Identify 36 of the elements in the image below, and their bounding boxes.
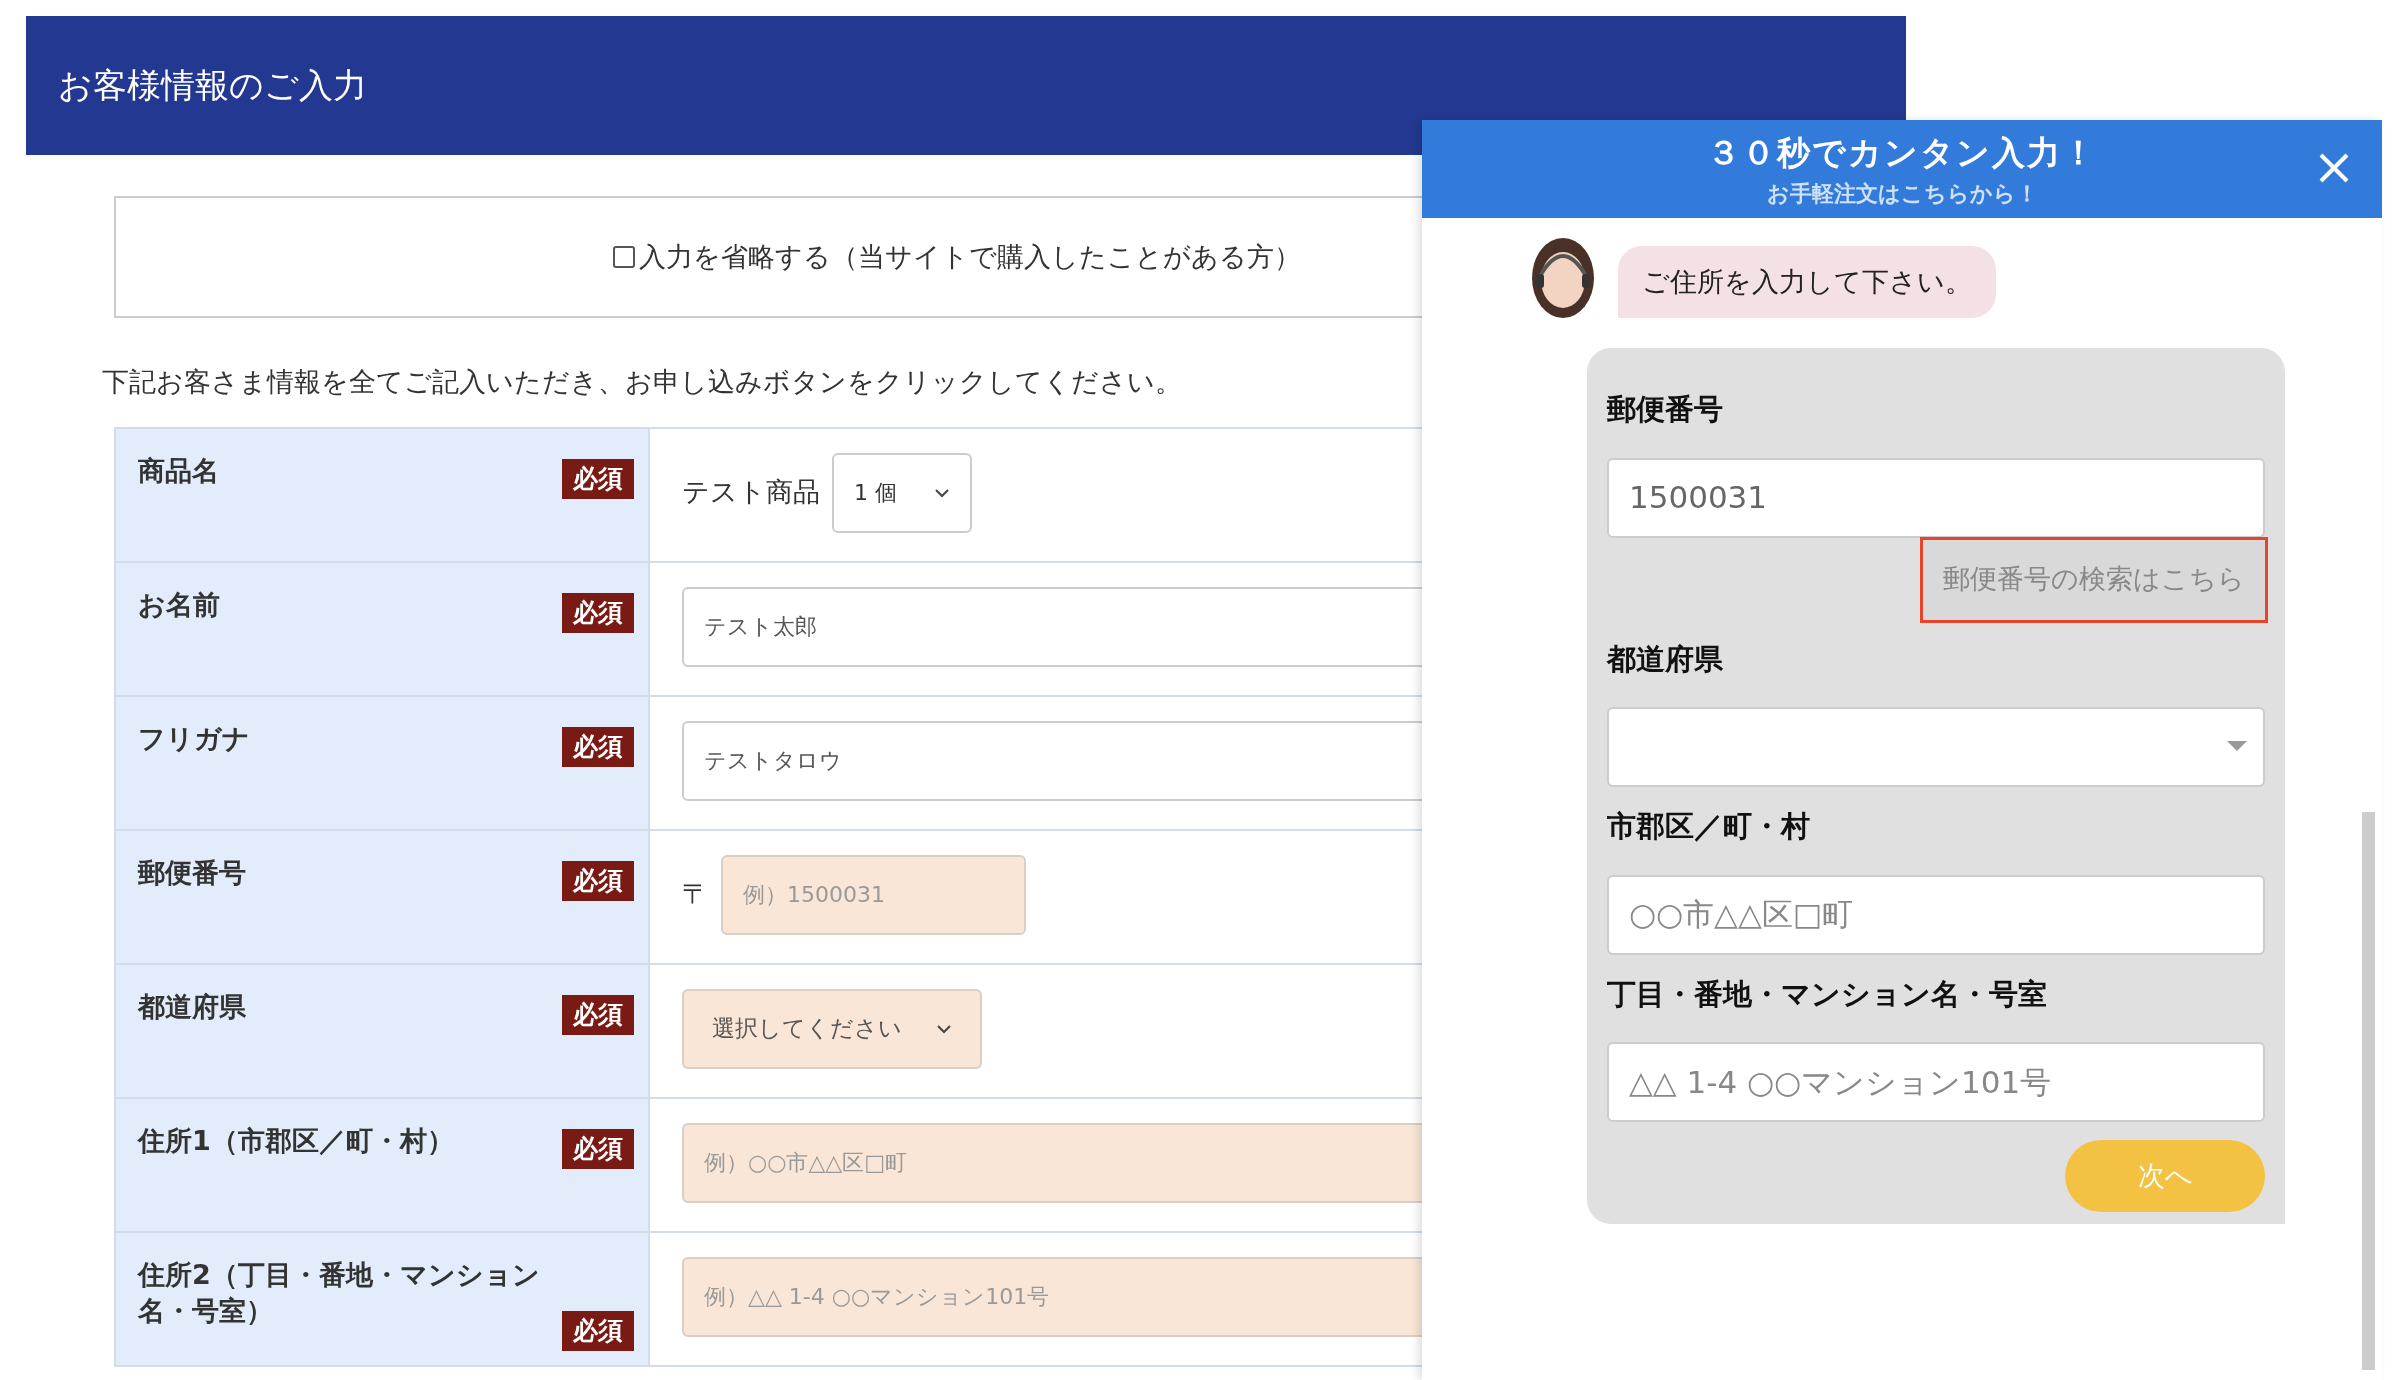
required-badge: 必須 (562, 726, 634, 767)
instruction-text: 下記お客さま情報を全てご記入いただき、お申し込みボタンをクリックしてください。 (102, 365, 1183, 399)
chat-bubble: ご住所を入力して下さい。 (1618, 246, 1996, 318)
page-title: お客様情報のご入力 (58, 64, 367, 107)
postal-mark: 〒 (682, 877, 709, 912)
field-label: 市郡区／町・村 (1607, 808, 1811, 845)
postal-search-button[interactable]: 郵便番号の検索はこちら (1923, 539, 2265, 620)
field-label: 住所2（丁目・番地・マンション名・号室） (138, 1257, 541, 1328)
skip-option-checkbox[interactable]: 入力を省略する（当サイトで購入したことがある方） (613, 236, 1301, 278)
text-field[interactable]: ○○市△△区□町 (1607, 874, 2265, 955)
quantity-select[interactable]: 1 個 (832, 452, 972, 533)
text-field[interactable]: △△ 1-4 ○○マンション101号 (1607, 1042, 2265, 1122)
field-label: 郵便番号 (1607, 391, 1724, 428)
required-badge: 必須 (562, 1310, 634, 1351)
required-badge: 必須 (562, 994, 634, 1035)
field-label: 郵便番号 (138, 855, 246, 890)
required-badge: 必須 (562, 592, 634, 633)
field-label: フリガナ (138, 721, 250, 756)
required-badge: 必須 (562, 860, 634, 901)
chevron-down-icon (934, 487, 950, 498)
field-label: 都道府県 (138, 989, 246, 1024)
required-badge: 必須 (562, 1128, 634, 1169)
prefecture-select[interactable]: 選択してください (682, 988, 982, 1069)
chevron-down-icon (936, 1023, 952, 1034)
checkbox[interactable] (613, 246, 635, 268)
popup-subtitle: お手軽注文はこちらから！ (1766, 180, 2038, 209)
field-label: お名前 (138, 587, 220, 622)
required-badge: 必須 (562, 458, 634, 499)
dropdown-triangle-icon (2227, 741, 2247, 753)
text-field[interactable]: 1500031 (1607, 457, 2265, 538)
popup-title: ３０秒でカンタン入力！ (1707, 131, 2097, 174)
postal-code-field[interactable]: 例）1500031 (721, 854, 1026, 935)
field-label: 商品名 (138, 453, 219, 488)
field-label: 住所1（市郡区／町・村） (138, 1123, 454, 1158)
field-label: 丁目・番地・マンション名・号室 (1607, 975, 2048, 1013)
product-name: テスト商品 (682, 475, 820, 510)
